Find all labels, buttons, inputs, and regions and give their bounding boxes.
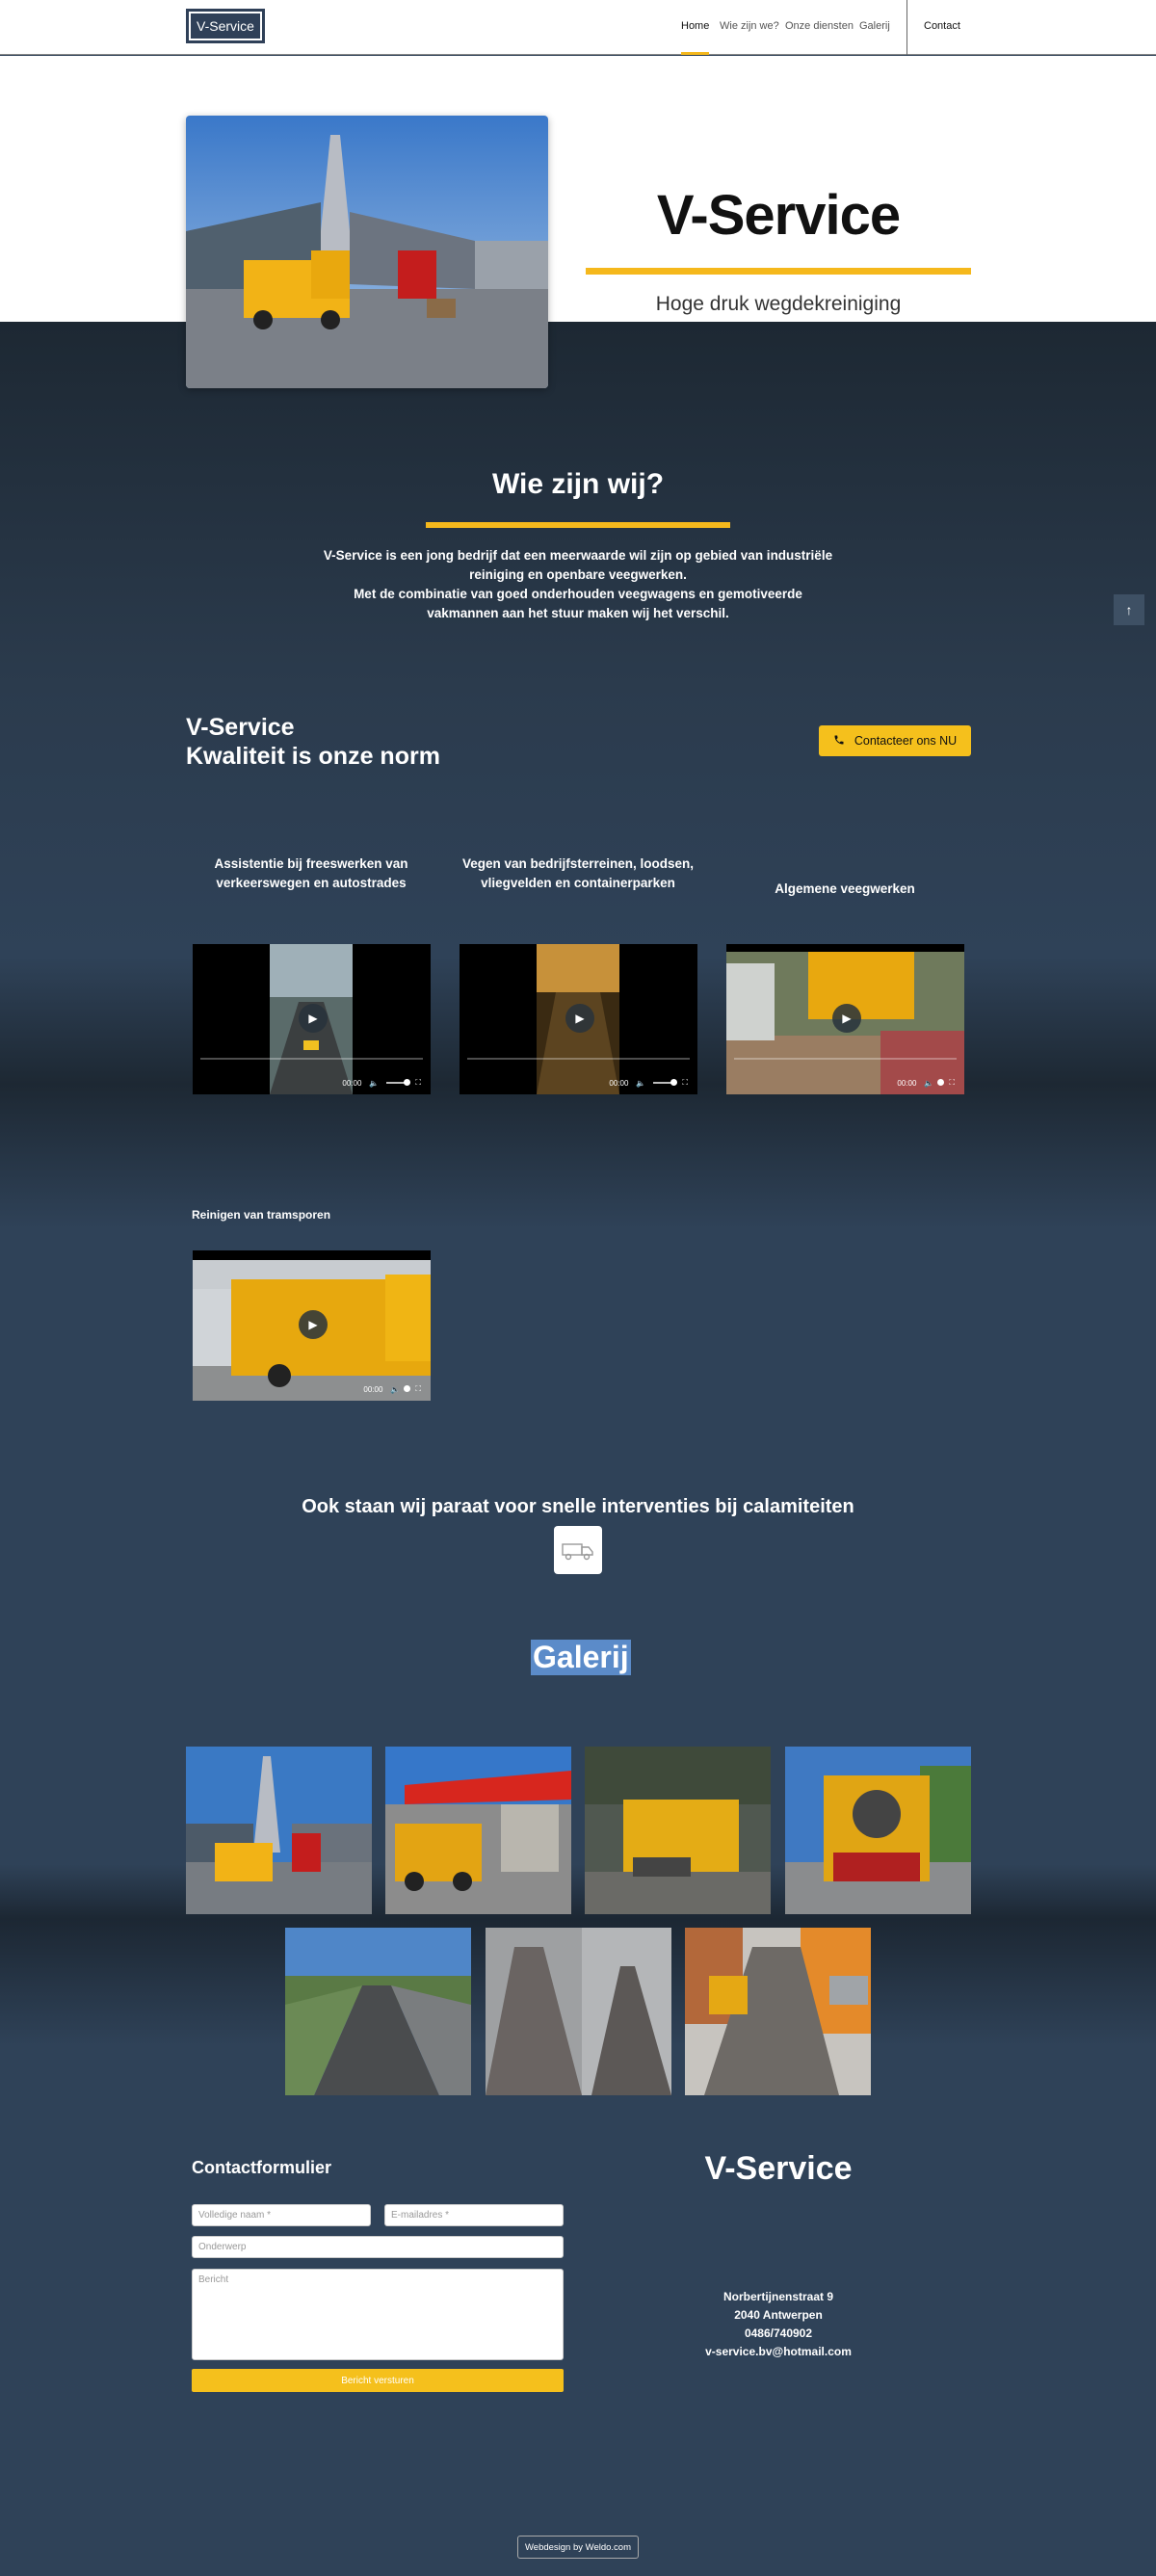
video-controls: 00:00 🔈 ⛶ bbox=[726, 1075, 964, 1091]
emergency-title: Ook staan wij paraat voor snelle interve… bbox=[302, 1496, 854, 1517]
nav-group: Wie zijn we? bbox=[720, 0, 779, 55]
hero-divider bbox=[586, 268, 971, 275]
service-video-2[interactable]: ▶ 00:00 🔈 ⛶ bbox=[460, 944, 697, 1094]
progress-bar[interactable] bbox=[200, 1058, 423, 1060]
gallery-image[interactable] bbox=[585, 1747, 771, 1914]
address-street: Norbertijnenstraat 9 bbox=[722, 2290, 834, 2303]
gallery-image[interactable] bbox=[685, 1928, 871, 2095]
play-icon[interactable]: ▶ bbox=[299, 1310, 328, 1339]
name-field[interactable]: Volledige naam * bbox=[192, 2204, 371, 2226]
gallery-image[interactable] bbox=[285, 1928, 471, 2095]
hero-title: V-Service bbox=[656, 184, 901, 247]
hero-photo bbox=[186, 116, 548, 388]
nav-group: Galerij bbox=[859, 0, 890, 55]
contact-now-button[interactable]: Contacteer ons NU bbox=[819, 725, 971, 756]
gallery-title: Galerij bbox=[531, 1640, 631, 1675]
fullscreen-icon[interactable]: ⛶ bbox=[682, 1078, 688, 1088]
service-label-4: Reinigen van tramsporen bbox=[192, 1208, 331, 1222]
play-icon[interactable]: ▶ bbox=[565, 1004, 594, 1033]
email-field[interactable]: E-mailadres * bbox=[384, 2204, 564, 2226]
truck-icon bbox=[554, 1526, 602, 1574]
video-controls: 00:00 🔈 ⛶ bbox=[193, 1381, 431, 1397]
phone-number[interactable]: 0486/740902 bbox=[586, 2325, 971, 2343]
nav-group: Contact bbox=[924, 0, 960, 55]
quality-heading: V-Service Kwaliteit is onze norm bbox=[186, 713, 440, 771]
video-time: 00:00 bbox=[609, 1078, 629, 1088]
service-label-2: Vegen van bedrijfsterreinen, loodsen, vl… bbox=[461, 856, 695, 890]
play-icon[interactable]: ▶ bbox=[299, 1004, 328, 1033]
volume-slider[interactable] bbox=[653, 1079, 678, 1086]
play-icon[interactable]: ▶ bbox=[832, 1004, 861, 1033]
video-time: 00:00 bbox=[363, 1384, 383, 1394]
quality-line-2: Kwaliteit is onze norm bbox=[186, 743, 440, 770]
video-time: 00:00 bbox=[897, 1078, 917, 1088]
webdesign-credit[interactable]: Webdesign by Weldo.com bbox=[517, 2536, 639, 2559]
hero-subtitle: Hoge druk wegdekreiniging bbox=[655, 293, 902, 315]
video-controls: 00:00 🔈 ⛶ bbox=[193, 1075, 431, 1091]
volume-icon[interactable]: 🔈 bbox=[390, 1385, 400, 1394]
service-video-4[interactable]: ▶ 00:00 🔈 ⛶ bbox=[193, 1250, 431, 1401]
fullscreen-icon[interactable]: ⛶ bbox=[415, 1078, 421, 1088]
nav-contact[interactable]: Contact bbox=[924, 0, 960, 55]
message-field[interactable]: Bericht bbox=[192, 2269, 564, 2360]
main-nav: Home bbox=[681, 0, 710, 55]
about-text-1: V-Service is een jong bedrijf dat een me… bbox=[323, 548, 833, 582]
footer-address: Norbertijnenstraat 9 2040 Antwerpen 0486… bbox=[586, 2288, 971, 2361]
volume-icon[interactable]: 🔈 bbox=[369, 1079, 379, 1088]
site-logo[interactable]: V-Service bbox=[186, 9, 265, 43]
volume-slider[interactable] bbox=[386, 1079, 411, 1086]
scroll-top-button[interactable]: ↑ bbox=[1114, 594, 1144, 625]
nav-galerij[interactable]: Galerij bbox=[859, 0, 890, 55]
footer-brand: V-Service bbox=[704, 2150, 853, 2187]
gallery-image[interactable] bbox=[186, 1747, 372, 1914]
nav-home[interactable]: Home bbox=[681, 0, 710, 55]
address-city: 2040 Antwerpen bbox=[734, 2308, 823, 2322]
subject-field[interactable]: Onderwerp bbox=[192, 2236, 564, 2258]
about-divider bbox=[426, 522, 730, 528]
progress-bar[interactable] bbox=[467, 1058, 690, 1060]
submit-button[interactable]: Bericht versturen bbox=[192, 2369, 564, 2392]
progress-bar[interactable] bbox=[734, 1058, 957, 1060]
gallery-image[interactable] bbox=[385, 1747, 571, 1914]
phone-icon bbox=[833, 734, 845, 749]
volume-icon[interactable]: 🔈 bbox=[924, 1079, 933, 1088]
gallery-image[interactable] bbox=[486, 1928, 671, 2095]
nav-onze-diensten[interactable]: Onze diensten bbox=[785, 0, 854, 55]
arrow-up-icon: ↑ bbox=[1125, 602, 1133, 618]
fullscreen-icon[interactable]: ⛶ bbox=[415, 1384, 421, 1394]
contact-now-label: Contacteer ons NU bbox=[854, 734, 958, 748]
about-title: Wie zijn wij? bbox=[491, 468, 665, 500]
about-text-2: Met de combinatie van goed onderhouden v… bbox=[354, 587, 802, 620]
nav-wie-zijn-we[interactable]: Wie zijn we? bbox=[720, 0, 779, 55]
contact-form-title: Contactformulier bbox=[192, 2158, 332, 2177]
service-label-1: Assistentie bij freeswerken van verkeers… bbox=[214, 856, 408, 890]
video-controls: 00:00 🔈 ⛶ bbox=[460, 1075, 697, 1091]
nav-group: Onze diensten bbox=[785, 0, 854, 55]
email-address[interactable]: v-service.bv@hotmail.com bbox=[586, 2343, 971, 2361]
fullscreen-icon[interactable]: ⛶ bbox=[949, 1078, 955, 1088]
nav-divider bbox=[906, 0, 907, 55]
service-video-3[interactable]: ▶ 00:00 🔈 ⛶ bbox=[726, 944, 964, 1094]
hero-background bbox=[0, 56, 1156, 322]
video-time: 00:00 bbox=[342, 1078, 362, 1088]
volume-icon[interactable]: 🔈 bbox=[636, 1079, 645, 1088]
site-header: V-Service Home Wie zijn we? Onze dienste… bbox=[0, 0, 1156, 55]
service-label-3: Algemene veegwerken bbox=[775, 881, 915, 896]
gallery-image[interactable] bbox=[785, 1747, 971, 1914]
service-video-1[interactable]: ▶ 00:00 🔈 ⛶ bbox=[193, 944, 431, 1094]
quality-line-1: V-Service bbox=[186, 714, 295, 741]
